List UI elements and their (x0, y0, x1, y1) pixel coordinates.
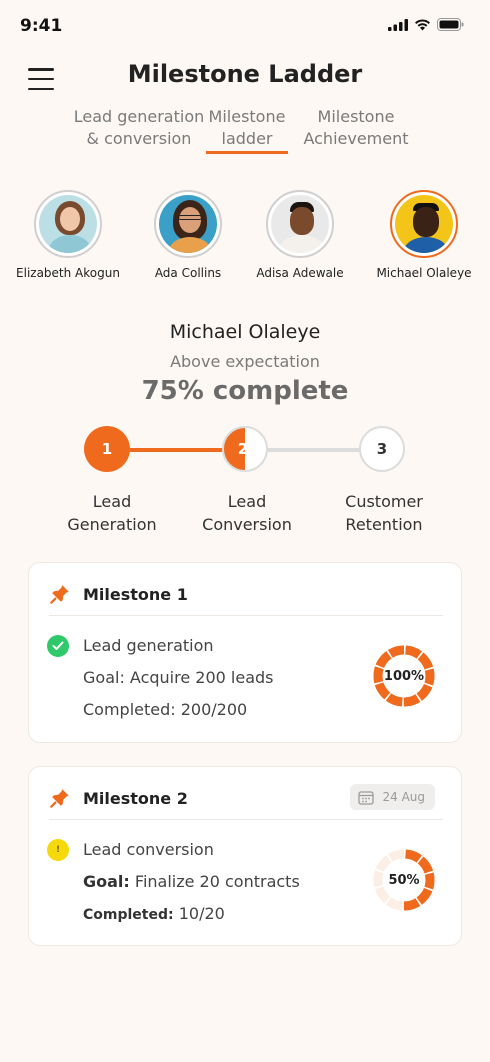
completed-label: Completed: (83, 907, 174, 923)
team-member-ada-collins[interactable]: Ada Collins (123, 190, 253, 280)
team-member-adisa-adewale[interactable]: Adisa Adewale (235, 190, 365, 280)
selected-member-status: Above expectation (170, 352, 320, 371)
milestone-ladder: 1 2 3 Lead Generation Lead Conversion Cu… (0, 426, 490, 546)
team-member-name: Adisa Adewale (256, 266, 344, 280)
completed-label: Completed: (83, 700, 176, 719)
battery-icon (437, 18, 464, 31)
card-divider (49, 615, 443, 616)
milestone-header: Milestone 2 (49, 787, 188, 809)
in-progress-dot-icon: ! (47, 839, 69, 861)
tab-lead-generation-conversion[interactable]: Lead generation & conversion (73, 106, 205, 150)
calendar-icon (358, 790, 375, 805)
wifi-icon (415, 18, 430, 30)
avatar (266, 190, 334, 258)
completed-value: 10/20 (178, 904, 225, 923)
cellular-signal-icon (388, 18, 408, 31)
ladder-step-label: Customer Retention (345, 492, 423, 534)
status-time: 9:41 (20, 16, 63, 36)
page-title: Milestone Ladder (127, 60, 363, 88)
milestone-goal: Goal: Finalize 20 contracts (83, 872, 300, 891)
team-member-name: Ada Collins (154, 266, 222, 280)
card-divider (49, 819, 443, 820)
milestone-card-1[interactable]: Milestone 1 Lead generation Goal: Acquir… (28, 562, 462, 743)
team-member-elizabeth-akogun[interactable]: Elizabeth Akogun (3, 190, 133, 280)
milestone-task: Lead conversion (83, 840, 214, 859)
goal-value: Acquire 200 leads (129, 668, 274, 687)
due-date: 24 Aug (382, 790, 425, 804)
milestone-goal: Goal: Acquire 200 leads (83, 668, 274, 687)
completed-value: 200/200 (180, 700, 248, 719)
pushpin-icon (50, 585, 69, 604)
ladder-step-number: 1 (101, 440, 113, 458)
ladder-step-2[interactable]: 2 (222, 426, 268, 472)
ladder-track-complete (130, 448, 224, 452)
goal-value: Finalize 20 contracts (134, 872, 300, 891)
ladder-step-3[interactable]: 3 (359, 426, 405, 472)
progress-percent: 50% (388, 872, 420, 888)
milestone-title: Milestone 2 (83, 788, 188, 808)
milestone-completed: Completed: 10/20 (83, 904, 225, 923)
ladder-step-number: 3 (376, 440, 388, 458)
ladder-step-1[interactable]: 1 (84, 426, 130, 472)
milestone-header: Milestone 1 (49, 583, 188, 605)
selected-member-progress: 75% complete (141, 376, 349, 406)
progress-percent: 100% (383, 668, 425, 684)
milestone-title: Milestone 1 (83, 584, 188, 604)
goal-label: Goal: (83, 872, 130, 891)
milestone-card-2[interactable]: Milestone 2 24 Aug ! Lead conversion Goa… (28, 766, 462, 946)
team-member-name: Michael Olaleye (376, 266, 472, 280)
goal-label: Goal: (83, 668, 125, 687)
status-icons (388, 18, 464, 31)
tab-milestone-ladder[interactable]: Milestone ladder (206, 106, 288, 150)
progress-ring: 100% (373, 645, 435, 707)
selected-member-name: Michael Olaleye (169, 321, 321, 343)
ladder-track-pending (266, 448, 360, 452)
check-circle-icon (47, 635, 69, 657)
team-member-list: Elizabeth Akogun Ada Collins Adisa Adewa… (0, 190, 490, 290)
ladder-step-number: 2 (237, 440, 249, 458)
team-member-michael-olaleye[interactable]: Michael Olaleye (359, 190, 489, 280)
pushpin-icon (50, 789, 69, 808)
ladder-step-label: Lead Conversion (202, 492, 292, 534)
milestone-completed: Completed: 200/200 (83, 700, 247, 719)
due-date-chip[interactable]: 24 Aug (350, 784, 435, 810)
tab-milestone-achievement[interactable]: Milestone Achievement (302, 106, 410, 150)
progress-ring: 50% (373, 849, 435, 911)
team-member-name: Elizabeth Akogun (16, 266, 120, 280)
status-bar: 9:41 (0, 0, 490, 50)
milestone-task: Lead generation (83, 636, 214, 655)
avatar (154, 190, 222, 258)
avatar (390, 190, 458, 258)
avatar (34, 190, 102, 258)
ladder-step-label: Lead Generation (67, 492, 157, 534)
active-tab-indicator (206, 151, 288, 154)
